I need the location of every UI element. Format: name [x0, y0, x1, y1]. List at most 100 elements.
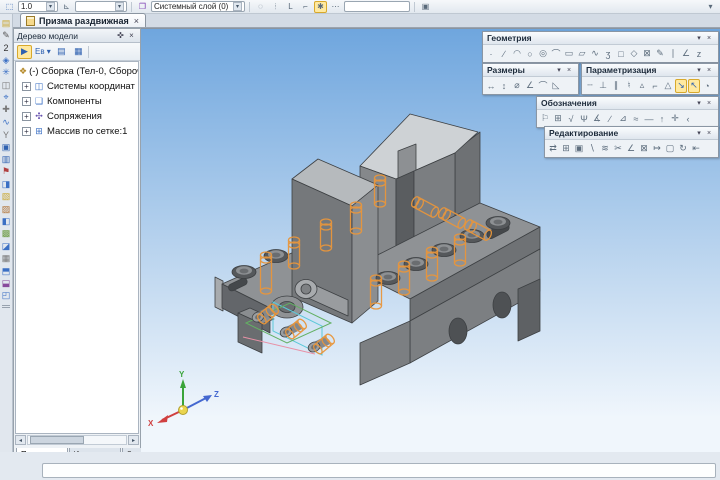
toolbar-designations[interactable]: Обозначения ▾ × ⚐ ⊞ √ Ψ ∡ ∕ ⊿ ≈ — ↑ ✛ ‹ [536, 96, 719, 128]
scroll-right-icon[interactable]: ▸ [128, 435, 139, 445]
left-toolbar-icon[interactable]: ◫ [0, 79, 12, 91]
tool-icon[interactable]: ▱ [576, 47, 588, 61]
tool-icon[interactable]: ✂ [612, 142, 624, 156]
tool-icon[interactable]: ◇ [628, 47, 640, 61]
chevron-down-icon[interactable]: ▾ [554, 66, 564, 74]
tree-item[interactable]: ❖(-) Сборка (Тел-0, Сборочны [16, 64, 138, 79]
left-toolbar-icon[interactable]: ⬓ [0, 277, 12, 289]
tool-icon[interactable]: ⇤ [690, 142, 702, 156]
tool-icon[interactable]: ʒ [602, 47, 614, 61]
left-toolbar-icon[interactable]: ✎ [0, 29, 12, 41]
chevron-down-icon[interactable]: ▾ [694, 34, 704, 42]
tool-icon[interactable]: ≈ [630, 112, 642, 126]
toolbar-titlebar[interactable]: Геометрия ▾ × [483, 32, 718, 45]
tool-icon[interactable]: ✛ [669, 112, 681, 126]
tool-icon[interactable]: ▣ [573, 142, 585, 156]
empty-select[interactable]: ▾ [75, 1, 127, 12]
left-toolbar-icon[interactable]: 2 [0, 42, 12, 54]
message-field[interactable] [42, 463, 716, 478]
tool-icon[interactable]: ⌀ [511, 79, 523, 93]
tree-toolbar-button[interactable]: ▶ [17, 44, 32, 59]
tool-icon[interactable]: ↖ [688, 78, 700, 93]
tool-icon[interactable]: ∕ [498, 47, 510, 61]
tool-icon[interactable]: ∿ [589, 47, 601, 61]
tree-toolbar-button[interactable]: ▤ [54, 45, 69, 59]
chevron-down-icon[interactable]: ▾ [46, 2, 55, 11]
close-icon[interactable]: × [704, 100, 714, 107]
tree-item[interactable]: + ⊞ Массив по сетке:1 [16, 124, 138, 139]
coordinate-field[interactable] [344, 1, 410, 12]
left-toolbar-icon[interactable]: ▩ [0, 228, 12, 240]
tool-icon[interactable]: ∖ [586, 142, 598, 156]
snap-button-icon[interactable]: ⋯ [329, 1, 342, 13]
close-icon[interactable]: × [704, 35, 714, 42]
left-toolbar-icon[interactable]: ⌖ [0, 91, 12, 103]
tool-icon[interactable]: ↦ [651, 142, 663, 156]
left-toolbar-icon[interactable]: ◰ [0, 290, 12, 302]
snap-button-icon[interactable]: L [284, 1, 297, 13]
close-tab-icon[interactable]: × [133, 16, 140, 26]
tool-icon[interactable]: ┄ [584, 79, 596, 93]
tool-icon[interactable]: ∠ [625, 142, 637, 156]
tool-icon[interactable]: ∡ [591, 112, 603, 126]
left-toolbar-icon[interactable]: ◈ [0, 54, 12, 66]
tool-icon[interactable]: ◔ [701, 79, 713, 93]
document-tab[interactable]: Призма раздвижная × [20, 13, 146, 27]
tree-toolbar-button[interactable]: Ев ▾ [34, 45, 52, 59]
toolbar-titlebar[interactable]: Размеры ▾ × [483, 64, 578, 77]
tool-icon[interactable]: ↑ [656, 112, 668, 126]
tool-icon[interactable]: ⊞ [552, 112, 564, 126]
chevron-down-icon[interactable]: ▾ [694, 66, 704, 74]
toolbar-editing[interactable]: Редактирование ▾ × ⇄ ⊞ ▣ ∖ ≋ ✂ ∠ ⊠ ↦ ▢ ↻ ⇤ [544, 126, 719, 158]
expand-icon[interactable]: + [22, 127, 31, 136]
grid-icon[interactable]: ▣ [419, 1, 432, 13]
snap-button-icon[interactable]: ✱ [314, 0, 327, 13]
close-icon[interactable]: × [564, 67, 574, 74]
close-icon[interactable]: × [704, 67, 714, 74]
tool-icon[interactable]: ∠ [524, 79, 536, 93]
tool-icon[interactable]: ⌐ [649, 79, 661, 93]
left-toolbar-icon[interactable]: ▨ [0, 203, 12, 215]
left-toolbar-icon[interactable]: Y [0, 129, 12, 141]
tool-icon[interactable]: ∣ [667, 47, 679, 61]
toolbar-dimensions[interactable]: Размеры ▾ × ↔ ↕ ⌀ ∠ ⌒ ◺ [482, 63, 579, 95]
tool-icon[interactable]: ⇄ [547, 142, 559, 156]
close-icon[interactable]: × [126, 31, 137, 40]
left-toolbar-icon[interactable]: ∿ [0, 116, 12, 128]
tool-icon[interactable]: ⊠ [638, 142, 650, 156]
toolbar-geometry[interactable]: Геометрия ▾ × · ∕ ◠ ○ ◎ ⌒ ▭ ▱ ∿ ʒ □ ◇ ⊠ ✎ ∣ ∠ z [482, 31, 719, 63]
tool-icon[interactable]: ▵ [636, 79, 648, 93]
left-toolbar-icon[interactable]: ⚑ [0, 166, 12, 178]
layer-select[interactable]: Системный слой (0) ▾ [151, 1, 245, 12]
left-toolbar-icon[interactable]: ▧ [0, 190, 12, 202]
tool-icon[interactable]: □ [615, 47, 627, 61]
expand-icon[interactable]: + [22, 97, 31, 106]
tool-icon[interactable]: ⊿ [617, 112, 629, 126]
chevron-down-icon[interactable]: ▾ [233, 2, 242, 11]
tool-icon[interactable]: z [693, 47, 705, 61]
toolbar-titlebar[interactable]: Обозначения ▾ × [537, 97, 718, 110]
tool-icon[interactable]: ◠ [511, 47, 523, 61]
left-toolbar-icon[interactable]: ▥ [0, 153, 12, 165]
snap-button-icon[interactable]: ⌐ [299, 1, 312, 13]
3d-viewport[interactable]: X Y Z Геометрия ▾ × · ∕ ◠ ○ ◎ ⌒ ▭ ▱ ∿ ʒ □ ◇ ⊠ ✎ ∣ ∠ z Разме… [141, 28, 720, 452]
chevron-down-icon[interactable]: ▾ [694, 99, 704, 107]
tool-icon[interactable]: ↻ [677, 142, 689, 156]
tool-icon[interactable]: ∕ [604, 112, 616, 126]
chevron-down-icon[interactable]: ▾ [115, 2, 124, 11]
tool-icon[interactable]: ↔ [485, 79, 497, 93]
left-toolbar-icon[interactable]: ◪ [0, 240, 12, 252]
tool-icon[interactable]: — [643, 112, 655, 126]
snap-button-icon[interactable]: ⦙ [269, 1, 282, 13]
left-toolbar-icon[interactable]: ✚ [0, 104, 12, 116]
scrollbar-track[interactable] [27, 435, 127, 445]
tool-icon[interactable]: ◎ [537, 47, 549, 61]
left-toolbar-icon[interactable]: ▦ [0, 252, 12, 264]
left-toolbar-icon[interactable]: ◨ [0, 178, 12, 190]
tool-icon[interactable]: ✎ [654, 47, 666, 61]
aux-icon[interactable]: ⊾ [60, 1, 73, 13]
tool-icon[interactable]: Ψ [578, 112, 590, 126]
tree-item[interactable]: + ❏ Компоненты [16, 94, 138, 109]
tool-icon[interactable]: △ [662, 79, 674, 93]
tool-icon[interactable]: ⚐ [539, 112, 551, 126]
